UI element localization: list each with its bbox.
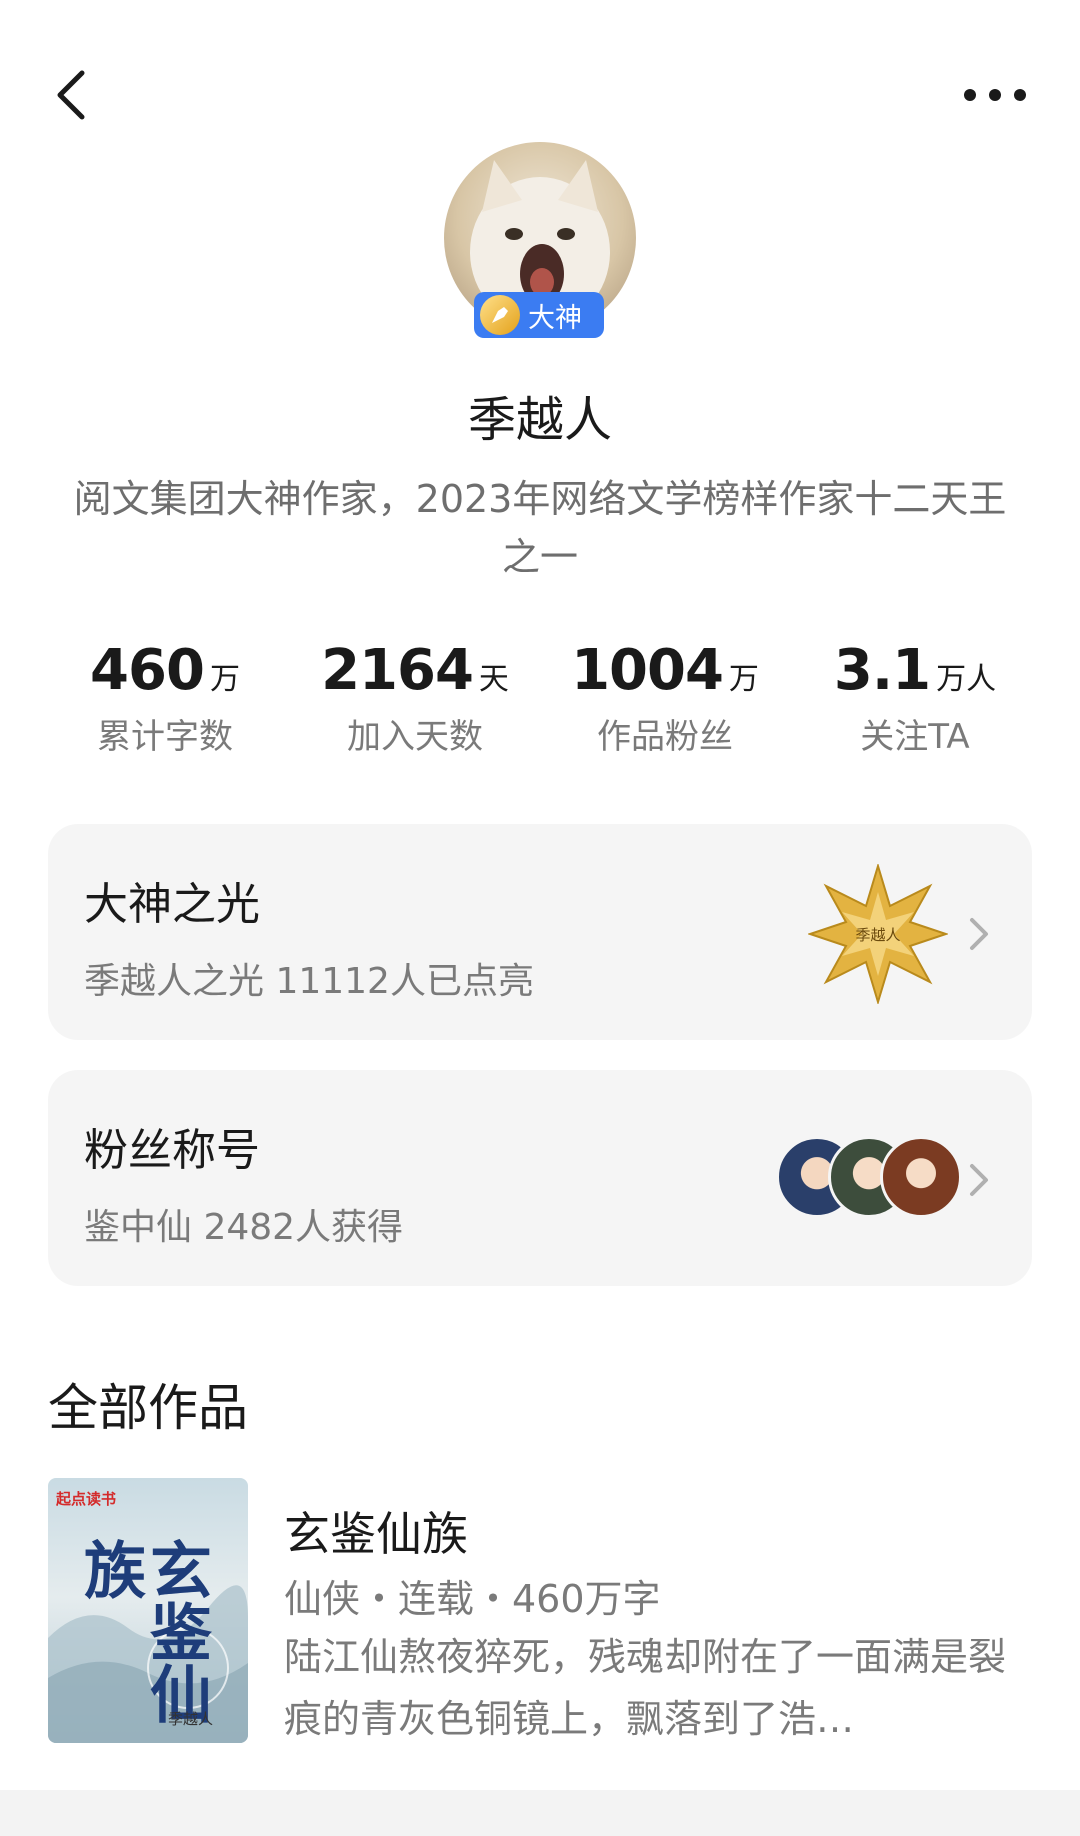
cover-author: 季越人: [168, 1710, 214, 1728]
work-meta: 仙侠・连载・460万字: [284, 1577, 661, 1621]
cover-brand: 起点读书: [56, 1490, 117, 1508]
medal-text: 季越人: [855, 926, 900, 944]
author-name: 季越人: [467, 392, 612, 448]
pen-icon: [480, 295, 520, 335]
chevron-left-icon: [57, 70, 85, 120]
works-section-title: 全部作品: [48, 1379, 248, 1437]
stat-value: 460: [90, 638, 205, 703]
stat-fans: 1004 万 作品粉丝: [540, 638, 790, 758]
chevron-right-icon: [970, 918, 988, 950]
fan-avatar: [880, 1136, 962, 1218]
stat-unit: 万人: [936, 662, 997, 697]
card-subtitle: 鉴中仙 2482人获得: [84, 1207, 404, 1248]
great-god-light-card[interactable]: 大神之光 季越人之光 11112人已点亮 季越人: [48, 824, 1032, 1040]
stat-value: 2164: [321, 638, 474, 703]
author-avatar[interactable]: 大神: [444, 142, 636, 342]
stat-value: 1004: [571, 638, 724, 703]
stat-days-joined: 2164 天 加入天数: [290, 638, 540, 758]
stat-value: 3.1: [833, 638, 931, 703]
work-description: 陆江仙熬夜猝死，残魂却附在了一面满是裂痕的青灰色铜镜上，飘落到了浩…: [284, 1635, 1007, 1741]
book-cover: 起点读书 玄鉴仙族 季越人: [48, 1478, 248, 1743]
more-horizontal-icon: [964, 89, 1026, 101]
cover-title: 玄鉴仙族: [73, 1538, 212, 1724]
card-title: 粉丝称号: [84, 1125, 260, 1176]
star-medal-icon: 季越人: [808, 864, 948, 1004]
stats-row: 460 万 累计字数 2164 天 加入天数 1004 万 作品粉丝 3.1 万…: [40, 638, 1040, 758]
stat-unit: 万: [209, 662, 240, 697]
fan-title-card[interactable]: 粉丝称号 鉴中仙 2482人获得: [48, 1070, 1032, 1286]
fan-avatar-group: [776, 1136, 996, 1220]
back-button[interactable]: [42, 60, 102, 130]
author-bio: 阅文集团大神作家，2023年网络文学榜样作家十二天王之一: [73, 477, 1007, 579]
card-title: 大神之光: [84, 879, 260, 930]
badge-label: 大神: [528, 302, 582, 334]
work-list-item[interactable]: 起点读书 玄鉴仙族 季越人 玄鉴仙族 仙侠・连载・460万字 陆江仙熬夜猝死，残…: [48, 1478, 1032, 1743]
great-god-badge: 大神: [474, 292, 604, 338]
stat-label: 作品粉丝: [597, 717, 733, 757]
stat-unit: 万: [728, 662, 759, 697]
stat-unit: 天: [478, 662, 509, 697]
card-subtitle: 季越人之光 11112人已点亮: [84, 961, 534, 1002]
stat-word-count: 460 万 累计字数: [40, 638, 290, 758]
bottom-divider: [0, 1790, 1080, 1836]
stat-label: 加入天数: [347, 717, 483, 757]
chevron-right-icon: [970, 1164, 988, 1196]
stat-label: 关注TA: [860, 717, 970, 757]
work-title: 玄鉴仙族: [284, 1507, 468, 1561]
stat-followers[interactable]: 3.1 万人 关注TA: [790, 638, 1040, 758]
more-button[interactable]: [960, 70, 1030, 120]
stat-label: 累计字数: [97, 717, 233, 757]
